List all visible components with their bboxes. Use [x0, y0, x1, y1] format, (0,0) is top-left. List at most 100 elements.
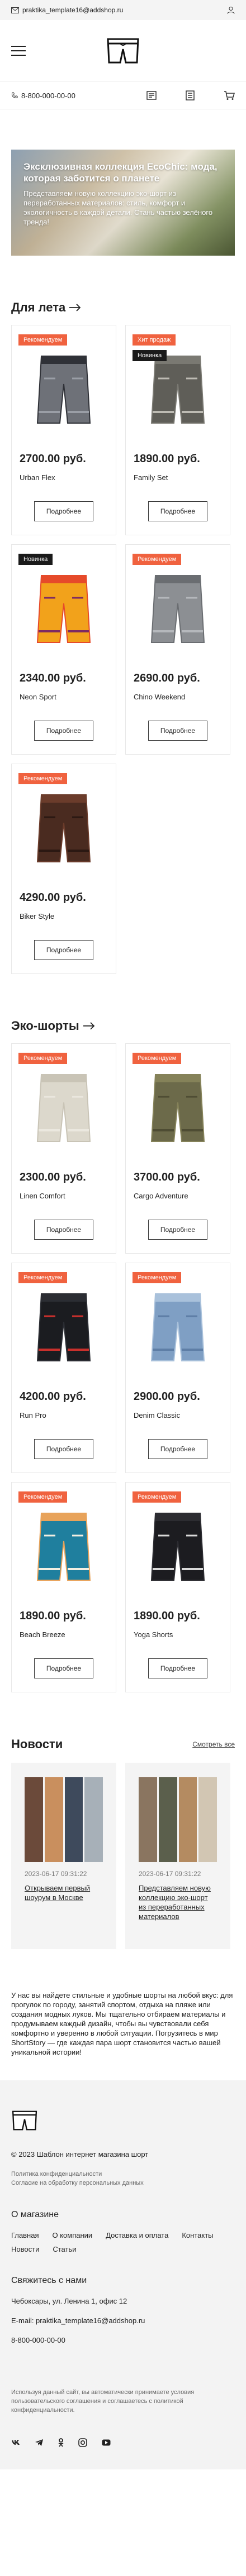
- product-image[interactable]: [33, 1283, 94, 1366]
- product-image-wrap[interactable]: [20, 333, 108, 440]
- user-icon[interactable]: [227, 6, 235, 14]
- phone-link[interactable]: 8-800-000-00-00: [11, 92, 75, 100]
- product-image-wrap[interactable]: [20, 1271, 108, 1378]
- product-image-wrap[interactable]: [134, 553, 222, 660]
- details-button[interactable]: Подробнее: [148, 1220, 207, 1240]
- product-card[interactable]: Рекомендуем 4200.00 руб. Run Pro Подробнее: [11, 1263, 116, 1473]
- email-link[interactable]: praktika_template16@addshop.ru: [11, 6, 123, 14]
- footer-link[interactable]: Главная: [11, 2231, 39, 2239]
- product-image-wrap[interactable]: [20, 772, 108, 879]
- details-button[interactable]: Подробнее: [34, 501, 93, 521]
- section-title-text: Эко-шорты: [11, 1019, 79, 1033]
- product-image[interactable]: [33, 1063, 94, 1147]
- youtube-icon[interactable]: [78, 2438, 87, 2447]
- details-button[interactable]: Подробнее: [148, 721, 207, 741]
- product-price: 4200.00 руб.: [20, 1390, 86, 1403]
- product-image[interactable]: [33, 784, 94, 867]
- details-button[interactable]: Подробнее: [34, 1439, 93, 1459]
- section-title[interactable]: Эко-шорты: [11, 1019, 235, 1033]
- footer-logo[interactable]: [11, 2109, 38, 2132]
- product-image[interactable]: [33, 345, 94, 429]
- product-card[interactable]: Рекомендуем 2700.00 руб. Urban Flex Подробн…: [11, 325, 116, 535]
- product-card[interactable]: Рекомендуем 1890.00 руб. Beach Breeze Подро…: [11, 1482, 116, 1692]
- news-image[interactable]: [25, 1777, 103, 1862]
- cart-icon[interactable]: [224, 90, 235, 100]
- vk-icon[interactable]: [11, 2439, 20, 2446]
- menu-icon[interactable]: [11, 46, 26, 56]
- news-card[interactable]: 2023-06-17 09:31:22 Открываем первый шоур…: [11, 1763, 116, 1949]
- product-image[interactable]: [147, 564, 209, 648]
- footer-phone[interactable]: 8-800-000-00-00: [11, 2336, 235, 2344]
- footer-link[interactable]: Доставка и оплата: [106, 2231, 168, 2239]
- footer-link[interactable]: Новости: [11, 2245, 39, 2253]
- product-name[interactable]: Urban Flex: [20, 473, 108, 482]
- product-image[interactable]: [33, 1502, 94, 1586]
- product-image-wrap[interactable]: [20, 1490, 108, 1598]
- product-name[interactable]: Yoga Shorts: [134, 1630, 222, 1639]
- phone-icon: [11, 92, 18, 98]
- product-price: 1890.00 руб.: [134, 453, 200, 465]
- footer-link[interactable]: Контакты: [182, 2231, 213, 2239]
- news-title-link[interactable]: Представляем новую коллекцию эко-шорт из…: [139, 1883, 217, 1921]
- details-button[interactable]: Подробнее: [34, 940, 93, 960]
- product-card[interactable]: Рекомендуем 2900.00 руб. Denim Classic Подр…: [125, 1263, 230, 1473]
- product-card[interactable]: Новинка 2340.00 руб. Neon Sport Подробнее: [11, 544, 116, 755]
- product-image[interactable]: [33, 564, 94, 648]
- product-card[interactable]: Рекомендуем 4290.00 руб. Biker Style Подроб…: [11, 764, 116, 974]
- section-title[interactable]: Для лета: [11, 300, 235, 315]
- product-image-wrap[interactable]: [20, 553, 108, 660]
- consent-link[interactable]: Согласие на обработку персональных данны…: [11, 2179, 235, 2188]
- product-image-wrap[interactable]: [134, 1490, 222, 1598]
- product-name[interactable]: Cargo Adventure: [134, 1192, 222, 1200]
- product-card[interactable]: Рекомендуем 3700.00 руб. Cargo Adventure По…: [125, 1043, 230, 1254]
- product-grid: Рекомендуем 2300.00 руб. Linen Comfort Подр…: [0, 1043, 246, 1692]
- product-badge: Рекомендуем: [18, 1053, 68, 1064]
- product-card[interactable]: Хит продаж Новинка 1890.00 руб. Family Set П…: [125, 325, 230, 535]
- product-name[interactable]: Denim Classic: [134, 1411, 222, 1419]
- product-image-wrap[interactable]: [134, 1052, 222, 1159]
- product-image-wrap[interactable]: [134, 333, 222, 440]
- details-button[interactable]: Подробнее: [148, 1439, 207, 1459]
- news-image[interactable]: [139, 1777, 217, 1862]
- product-image[interactable]: [147, 1502, 209, 1586]
- privacy-link[interactable]: Политика конфиденциальности: [11, 2170, 235, 2179]
- rutube-icon[interactable]: [102, 2439, 111, 2446]
- product-name[interactable]: Beach Breeze: [20, 1630, 108, 1639]
- product-name[interactable]: Family Set: [134, 473, 222, 482]
- hero-text: Представляем новую коллекцию эко-шорт из…: [23, 189, 213, 226]
- news-title-link[interactable]: Открываем первый шоурум в Москве: [25, 1883, 103, 1902]
- product-card[interactable]: Рекомендуем 1890.00 руб. Yoga Shorts Подроб…: [125, 1482, 230, 1692]
- telegram-icon[interactable]: [35, 2439, 44, 2447]
- product-image-wrap[interactable]: [20, 1052, 108, 1159]
- product-name[interactable]: Neon Sport: [20, 693, 108, 701]
- footer: © 2023 Шаблон интернет магазина шорт Пол…: [0, 2080, 246, 2469]
- odnoklassniki-icon[interactable]: [58, 2438, 64, 2447]
- logo[interactable]: [106, 37, 140, 65]
- product-name[interactable]: Run Pro: [20, 1411, 108, 1419]
- details-button[interactable]: Подробнее: [34, 721, 93, 741]
- favorites-icon[interactable]: [186, 90, 195, 100]
- nav-bar: 8-800-000-00-00: [0, 81, 246, 109]
- news-grid: 2023-06-17 09:31:22 Открываем первый шоур…: [0, 1763, 246, 1949]
- details-button[interactable]: Подробнее: [148, 501, 207, 521]
- footer-link[interactable]: О компании: [52, 2231, 92, 2239]
- details-button[interactable]: Подробнее: [148, 1658, 207, 1678]
- product-image[interactable]: [147, 1283, 209, 1366]
- product-name[interactable]: Chino Weekend: [134, 693, 222, 701]
- product-card[interactable]: Рекомендуем 2300.00 руб. Linen Comfort Подр…: [11, 1043, 116, 1254]
- details-button[interactable]: Подробнее: [34, 1658, 93, 1678]
- product-badge: Рекомендуем: [133, 1053, 182, 1064]
- footer-link[interactable]: Статьи: [53, 2245, 76, 2253]
- compare-icon[interactable]: [146, 91, 157, 100]
- details-button[interactable]: Подробнее: [34, 1220, 93, 1240]
- product-image-wrap[interactable]: [134, 1271, 222, 1378]
- product-card[interactable]: Рекомендуем 2690.00 руб. Chino Weekend Подр…: [125, 544, 230, 755]
- product-image[interactable]: [147, 1063, 209, 1147]
- news-all-link[interactable]: Смотреть все: [192, 1740, 235, 1748]
- product-name[interactable]: Linen Comfort: [20, 1192, 108, 1200]
- hero-banner[interactable]: Эксклюзивная коллекция EcoChic: мода, ко…: [11, 150, 235, 256]
- footer-email[interactable]: E-mail: praktika_template16@addshop.ru: [11, 2316, 235, 2325]
- news-card[interactable]: 2023-06-17 09:31:22 Представляем новую ко…: [125, 1763, 230, 1949]
- product-name[interactable]: Biker Style: [20, 912, 108, 920]
- product-price: 1890.00 руб.: [134, 1610, 200, 1622]
